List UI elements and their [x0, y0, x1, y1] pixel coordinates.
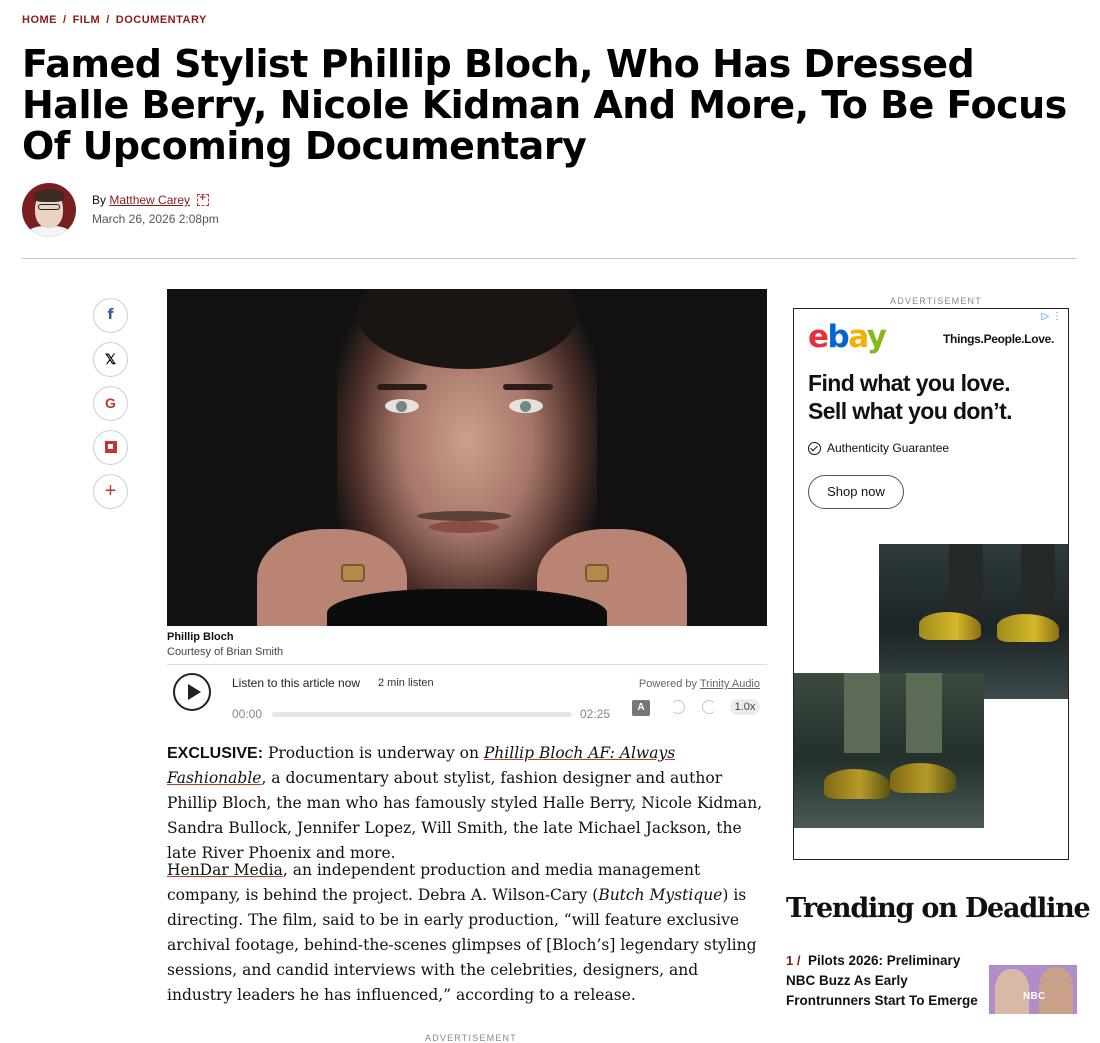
- check-circle-icon: [808, 442, 821, 455]
- audio-progress-bar[interactable]: [272, 712, 572, 717]
- x-icon: 𝕏: [104, 351, 117, 367]
- listen-label: Listen to this article now: [232, 676, 361, 690]
- hendar-media-link[interactable]: HenDar Media: [167, 861, 283, 879]
- facebook-icon: f: [107, 307, 114, 323]
- paragraph-text: Production is underway on: [263, 744, 484, 762]
- breadcrumb-documentary[interactable]: DOCUMENTARY: [116, 14, 207, 26]
- byline-block: By Matthew Carey March 26, 2026 2:08pm: [22, 183, 422, 239]
- author-avatar[interactable]: [22, 183, 76, 237]
- header-divider: [22, 258, 1077, 259]
- publish-date: March 26, 2026 2:08pm: [92, 212, 219, 226]
- trending-item-link[interactable]: Pilots 2026: Preliminary NBC Buzz As Ear…: [786, 951, 981, 1011]
- ad-headline-line: Find what you love.: [808, 370, 1011, 396]
- powered-by: Powered by Trinity Audio: [639, 678, 760, 690]
- play-icon[interactable]: [173, 673, 211, 711]
- article-title: Famed Stylist Phillip Bloch, Who Has Dre…: [22, 42, 1067, 168]
- ad-headline: Find what you love. Sell what you don’t.: [808, 369, 1058, 425]
- follow-author-icon[interactable]: [197, 192, 210, 206]
- exclusive-label: EXCLUSIVE:: [167, 745, 264, 762]
- ad-tagline: Things.People.Love.: [943, 332, 1054, 346]
- plus-icon: +: [104, 480, 117, 502]
- advertisement-label: ADVERTISEMENT: [890, 296, 982, 306]
- shop-now-button[interactable]: Shop now: [808, 475, 904, 509]
- hero-image: [167, 289, 767, 626]
- ad-choices-icon[interactable]: ▷ ⋮: [1042, 311, 1062, 322]
- share-flipboard-button[interactable]: [93, 430, 128, 465]
- breadcrumb: HOME / FILM / DOCUMENTARY: [22, 14, 207, 26]
- trending-heading: Trending on Deadline: [786, 893, 1091, 924]
- provider-link[interactable]: Trinity Audio: [700, 678, 760, 690]
- film-title: Butch Mystique: [598, 886, 723, 904]
- authenticity-guarantee: Authenticity Guarantee: [808, 441, 949, 455]
- trending-thumbnail[interactable]: NBC: [989, 965, 1077, 1014]
- rewind-icon[interactable]: [671, 700, 685, 714]
- google-icon: G: [105, 395, 116, 411]
- breadcrumb-film[interactable]: FILM: [73, 14, 101, 26]
- byline: By Matthew Carey: [92, 192, 210, 207]
- ad-headline-line: Sell what you don’t.: [808, 398, 1013, 424]
- sneaker-image: [794, 673, 984, 828]
- flipboard-icon: [104, 441, 117, 453]
- breadcrumb-separator: /: [106, 14, 110, 26]
- nbc-badge: NBC: [1023, 991, 1046, 1002]
- share-facebook-button[interactable]: f: [93, 298, 128, 333]
- article-paragraph: HenDar Media, an independent production …: [167, 858, 767, 1008]
- breadcrumb-separator: /: [63, 14, 67, 26]
- image-credit: Courtesy of Brian Smith: [167, 646, 284, 658]
- current-time: 00:00: [232, 707, 263, 721]
- image-caption: Phillip Bloch: [167, 631, 234, 643]
- audio-player: Listen to this article now 2 min listen …: [167, 664, 767, 725]
- share-more-button[interactable]: +: [93, 474, 128, 509]
- share-google-button[interactable]: G: [93, 386, 128, 421]
- ebay-logo: ebay: [808, 319, 887, 355]
- by-label: By: [92, 193, 107, 207]
- translate-icon[interactable]: A: [632, 700, 650, 716]
- powered-by-label: Powered by: [638, 678, 698, 690]
- breadcrumb-home[interactable]: HOME: [22, 14, 57, 26]
- total-time: 02:25: [580, 707, 611, 721]
- listen-duration: 2 min listen: [378, 677, 434, 689]
- article-paragraph: EXCLUSIVE: Production is underway on Phi…: [167, 741, 767, 866]
- author-link[interactable]: Matthew Carey: [109, 193, 190, 207]
- forward-icon[interactable]: [702, 700, 716, 714]
- ebay-ad[interactable]: ▷ ⋮ ebay Things.People.Love. Find what y…: [793, 308, 1069, 860]
- share-x-button[interactable]: 𝕏: [93, 342, 128, 377]
- advertisement-label: ADVERTISEMENT: [425, 1033, 517, 1043]
- playback-speed-button[interactable]: 1.0x: [730, 699, 760, 715]
